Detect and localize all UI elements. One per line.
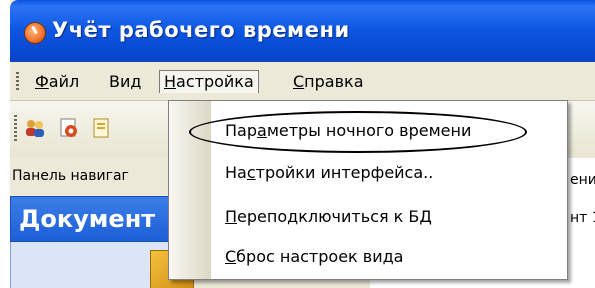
menu-help[interactable]: Справка [290, 72, 367, 91]
menu-item-reconnect-db[interactable]: Переподключиться к БД [225, 207, 432, 226]
menubar-grip[interactable] [16, 72, 19, 90]
content-text-2: нт 1 [570, 210, 595, 226]
window-title: Учёт рабочего времени [52, 18, 350, 42]
document-icon[interactable] [90, 117, 112, 139]
menu-settings[interactable]: Настройка [159, 70, 259, 93]
documents-panel-header: Документ [10, 196, 172, 242]
highlight-annotation [189, 111, 527, 153]
menu-item-interface-settings[interactable]: Настройки интерфейса.. [225, 163, 433, 182]
navigation-panel-label: Панель навигаг [10, 158, 156, 194]
toolbar-grip[interactable] [14, 115, 17, 141]
menu-file[interactable]: Файл [32, 72, 82, 91]
content-text-1: ение [570, 172, 595, 188]
menu-view[interactable]: Вид [106, 72, 144, 91]
title-bar[interactable]: Учёт рабочего времени [10, 0, 595, 62]
menu-item-reset-view[interactable]: Сброс настроек вида [225, 247, 403, 266]
app-icon [24, 22, 46, 44]
users-icon[interactable] [24, 117, 46, 139]
documents-panel-body [10, 242, 171, 288]
menu-bar: Файл Вид Настройка Справка [10, 62, 595, 101]
settings-icon[interactable] [58, 117, 80, 139]
